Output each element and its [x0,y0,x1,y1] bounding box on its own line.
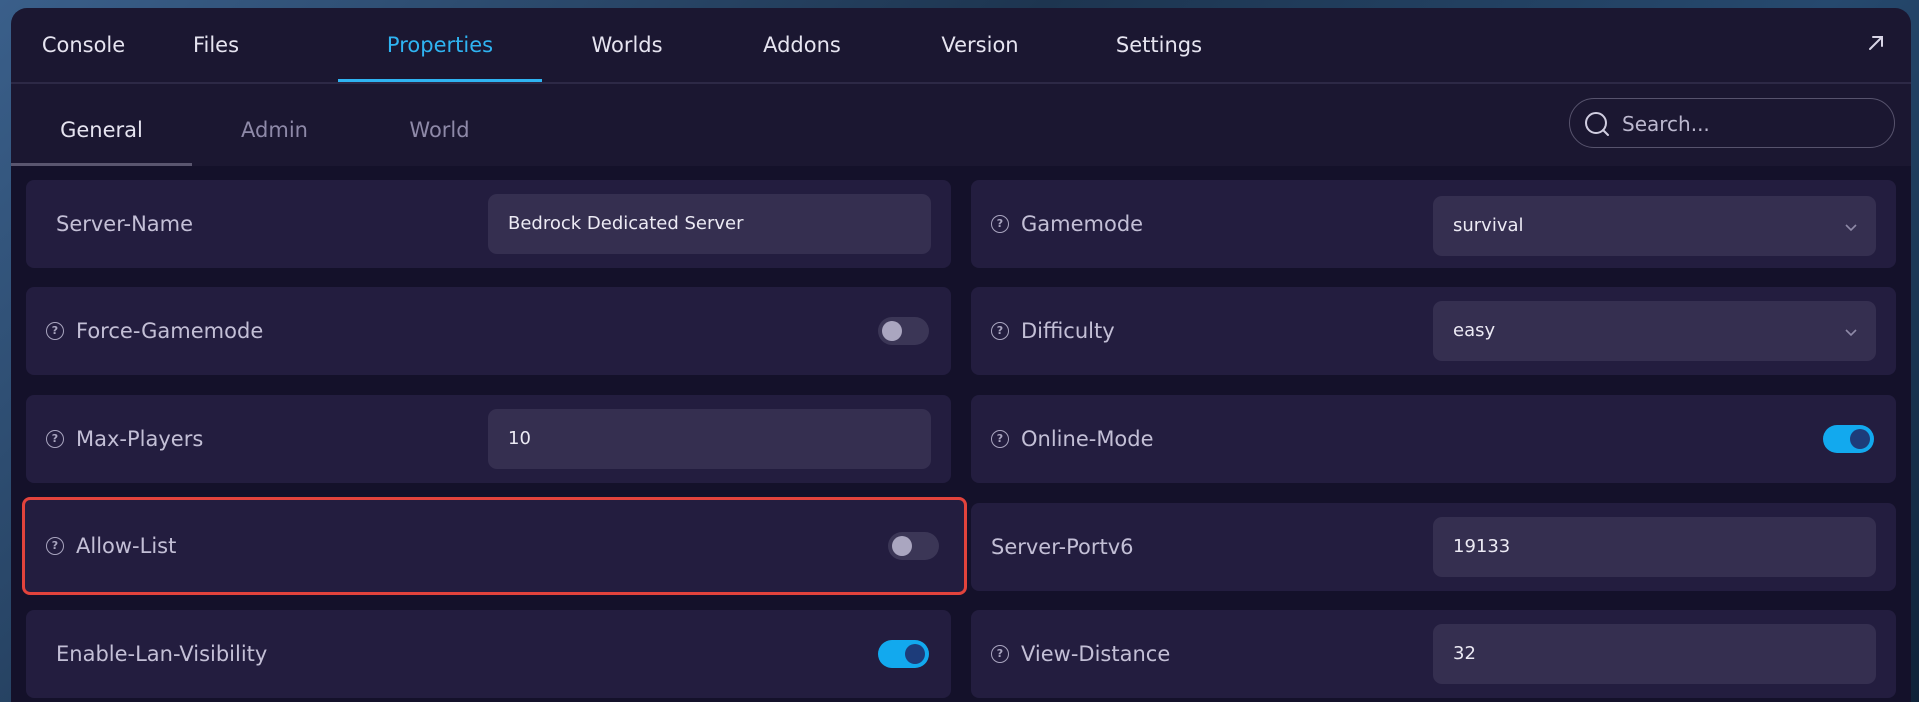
toggle-knob [892,536,912,556]
property-label: Server-Name [56,212,194,236]
subtab-admin[interactable]: Admin [192,84,357,166]
help-icon[interactable]: ? [991,430,1009,448]
tab-worlds[interactable]: Worlds [542,8,712,82]
property-enable-lan-visibility: Enable-Lan-Visibility [26,610,951,698]
tab-settings[interactable]: Settings [1068,8,1250,82]
toggle-knob [905,644,925,664]
server-name-input[interactable]: Bedrock Dedicated Server [488,194,931,254]
allow-list-toggle[interactable] [888,532,939,560]
server-portv6-input[interactable]: 19133 [1433,517,1876,577]
property-label: Difficulty [1021,319,1115,343]
property-label: Force-Gamemode [76,319,264,343]
property-difficulty: ? Difficulty easy [971,287,1896,375]
help-icon[interactable]: ? [46,537,64,555]
view-distance-input[interactable]: 32 [1433,624,1876,684]
tab-version[interactable]: Version [892,8,1068,82]
expand-icon[interactable] [1865,32,1887,54]
server-panel: Console Files Properties Worlds Addons V… [11,8,1911,702]
property-label: Max-Players [76,427,204,451]
property-allow-list: ? Allow-List [22,497,967,595]
property-view-distance: ? View-Distance 32 [971,610,1896,698]
max-players-input[interactable]: 10 [488,409,931,469]
toggle-knob [882,321,902,341]
difficulty-select[interactable]: easy [1433,301,1876,361]
property-server-name: Server-Name Bedrock Dedicated Server [26,180,951,268]
property-label: Gamemode [1021,212,1144,236]
property-force-gamemode: ? Force-Gamemode [26,287,951,375]
online-mode-toggle[interactable] [1823,425,1874,453]
enable-lan-visibility-toggle[interactable] [878,640,929,668]
help-icon[interactable]: ? [991,215,1009,233]
tab-properties[interactable]: Properties [338,8,542,82]
tab-files[interactable]: Files [156,8,276,82]
help-icon[interactable]: ? [991,322,1009,340]
help-icon[interactable]: ? [46,322,64,340]
subtab-general[interactable]: General [11,84,192,166]
subtab-world[interactable]: World [357,84,522,166]
select-value: easy [1453,320,1496,341]
chevron-down-icon [1845,329,1857,337]
properties-grid: Server-Name Bedrock Dedicated Server ? G… [11,166,1911,702]
property-label: Online-Mode [1021,427,1154,451]
property-label: Enable-Lan-Visibility [56,642,268,666]
property-label: Allow-List [76,534,177,558]
chevron-down-icon [1845,224,1857,232]
property-max-players: ? Max-Players 10 [26,395,951,483]
property-label: Server-Portv6 [991,535,1134,559]
help-icon[interactable]: ? [991,645,1009,663]
property-online-mode: ? Online-Mode [971,395,1896,483]
search-box [1569,98,1895,148]
property-server-portv6: Server-Portv6 19133 [971,503,1896,591]
search-icon [1585,112,1609,136]
gamemode-select[interactable]: survival [1433,196,1876,256]
search-input[interactable] [1620,105,1884,143]
force-gamemode-toggle[interactable] [878,317,929,345]
select-value: survival [1453,215,1524,236]
toggle-knob [1850,429,1870,449]
tab-console[interactable]: Console [11,8,156,82]
help-icon[interactable]: ? [46,430,64,448]
top-navigation: Console Files Properties Worlds Addons V… [11,8,1911,84]
property-label: View-Distance [1021,642,1171,666]
property-gamemode: ? Gamemode survival [971,180,1896,268]
tab-addons[interactable]: Addons [712,8,892,82]
